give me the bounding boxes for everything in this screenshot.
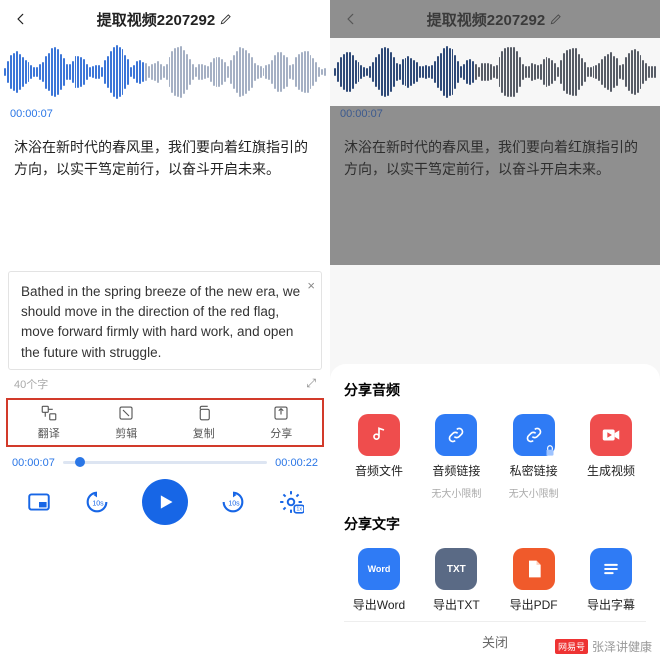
page-title: 提取视频2207292 bbox=[97, 9, 215, 30]
pdf-icon bbox=[513, 548, 555, 590]
trim-button[interactable]: 剪辑 bbox=[88, 404, 166, 441]
copy-button[interactable]: 复制 bbox=[165, 404, 243, 441]
export-pdf[interactable]: 导出PDF bbox=[499, 548, 569, 613]
share-private-link[interactable]: 私密链接 无大小限制 bbox=[499, 414, 569, 500]
subtitle-icon bbox=[590, 548, 632, 590]
copy-icon bbox=[195, 404, 213, 422]
private-link-icon bbox=[513, 414, 555, 456]
share-audio-link[interactable]: 音频链接 无大小限制 bbox=[421, 414, 491, 500]
watermark-brand: 网易号 bbox=[555, 639, 588, 654]
svg-text:10s: 10s bbox=[228, 500, 240, 507]
watermark: 网易号 张泽讲健康 bbox=[555, 638, 652, 655]
export-subtitle[interactable]: 导出字幕 bbox=[576, 548, 646, 613]
picture-in-picture-button[interactable] bbox=[26, 489, 52, 515]
page-title-dimmed: 提取视频2207292 bbox=[427, 9, 545, 30]
rewind-10s-button[interactable]: 10s bbox=[83, 488, 111, 516]
audio-link-icon bbox=[435, 414, 477, 456]
share-audio-file[interactable]: 音频文件 bbox=[344, 414, 414, 500]
generate-video-icon bbox=[590, 414, 632, 456]
waveform-dimmed bbox=[330, 38, 660, 106]
share-audio-title: 分享音频 bbox=[344, 380, 646, 400]
action-bar-highlight: 翻译 剪辑 复制 分享 bbox=[6, 398, 324, 447]
txt-icon: TXT bbox=[435, 548, 477, 590]
back-button[interactable] bbox=[6, 0, 36, 38]
share-sheet: 分享音频 音频文件 音频链接 无大小限制 bbox=[330, 364, 660, 661]
share-button[interactable]: 分享 bbox=[243, 404, 321, 441]
translation-english[interactable]: Bathed in the spring breeze of the new e… bbox=[21, 282, 309, 363]
transcript-chinese-dimmed: 沐浴在新时代的春风里，我们要向着红旗指引的方向，以实干笃定前行，以奋斗开启未来。 bbox=[330, 126, 660, 191]
word-count: 40个字 bbox=[14, 376, 48, 392]
audio-file-icon bbox=[358, 414, 400, 456]
settings-button[interactable]: 1x bbox=[278, 489, 304, 515]
export-word[interactable]: Word 导出Word bbox=[344, 548, 414, 613]
header: 提取视频2207292 bbox=[0, 0, 330, 38]
watermark-author: 张泽讲健康 bbox=[592, 638, 652, 655]
waveform-timestamp-dimmed: 00:00:07 bbox=[330, 106, 660, 126]
svg-text:1x: 1x bbox=[297, 506, 303, 512]
close-translation-icon[interactable]: × bbox=[307, 276, 315, 296]
slider-knob[interactable] bbox=[75, 457, 85, 467]
share-icon bbox=[272, 404, 290, 422]
translate-icon bbox=[40, 404, 58, 422]
share-text-title: 分享文字 bbox=[344, 514, 646, 534]
translation-box: × Bathed in the spring breeze of the new… bbox=[8, 271, 322, 370]
header-dimmed: 提取视频2207292 bbox=[330, 0, 660, 38]
playback-total-time: 00:00:22 bbox=[275, 457, 318, 469]
export-txt[interactable]: TXT 导出TXT bbox=[421, 548, 491, 613]
svg-text:10s: 10s bbox=[92, 500, 104, 507]
edit-title-icon[interactable] bbox=[219, 12, 233, 26]
word-icon: Word bbox=[358, 548, 400, 590]
back-button-dimmed bbox=[336, 0, 366, 38]
forward-10s-button[interactable]: 10s bbox=[219, 488, 247, 516]
waveform-timestamp: 00:00:07 bbox=[0, 106, 330, 126]
edit-title-icon-dimmed bbox=[549, 12, 563, 26]
playback-slider[interactable] bbox=[63, 461, 267, 464]
share-generate-video[interactable]: 生成视频 bbox=[576, 414, 646, 500]
expand-icon[interactable]: ⤢ bbox=[306, 376, 316, 391]
transcript-chinese[interactable]: 沐浴在新时代的春风里，我们要向着红旗指引的方向，以实干笃定前行，以奋斗开启未来。 bbox=[0, 126, 330, 191]
waveform[interactable] bbox=[0, 38, 330, 106]
play-button[interactable] bbox=[142, 479, 188, 525]
translate-button[interactable]: 翻译 bbox=[10, 404, 88, 441]
playback-current-time: 00:00:07 bbox=[12, 457, 55, 469]
trim-icon bbox=[117, 404, 135, 422]
